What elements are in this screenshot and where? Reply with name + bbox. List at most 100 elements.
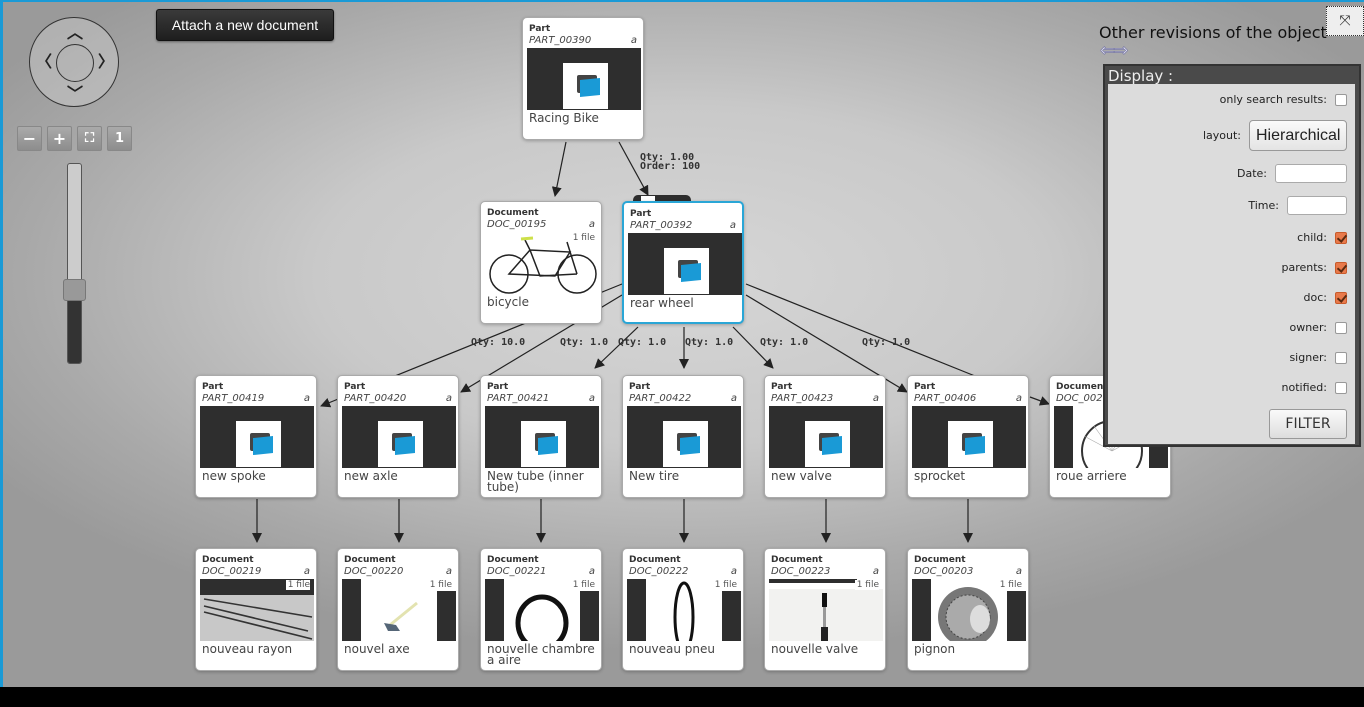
only-search-results-checkbox[interactable] [1335, 93, 1347, 106]
node-reference[interactable]: DOC_00221 [487, 566, 546, 577]
node-type: Document [202, 555, 254, 565]
chevron-left-icon[interactable]: 〈 [36, 54, 52, 70]
document-node-card[interactable]: Document DOC_00219 a 1 file nouveau rayon [195, 548, 317, 671]
part-node-card[interactable]: Part PART_00406 a sprocket [907, 375, 1029, 498]
node-reference[interactable]: PART_00420 [344, 393, 406, 404]
node-reference[interactable]: PART_00423 [771, 393, 833, 404]
node-reference[interactable]: DOC_00220 [344, 566, 403, 577]
node-revision: a [1015, 393, 1022, 404]
zoom-slider-handle[interactable] [63, 278, 86, 301]
layout-select[interactable]: Hierarchical [1249, 120, 1347, 151]
zoom-in-button[interactable]: + [47, 126, 72, 151]
node-name: nouveau pneu [629, 642, 716, 656]
node-type: Part [529, 24, 551, 34]
part-node-card[interactable]: Part PART_00422 a New tire [622, 375, 744, 498]
date-input[interactable] [1275, 164, 1347, 183]
node-reference[interactable]: PART_00390 [529, 35, 591, 46]
node-type: Part [914, 382, 936, 392]
part-node-card[interactable]: Part PART_00390 a Racing Bike [522, 17, 644, 140]
part-node-card[interactable]: Part PART_00392 a rear wheel [622, 201, 744, 324]
folder-icon [678, 259, 701, 283]
node-name: new valve [771, 469, 832, 483]
folder-icon [392, 432, 415, 456]
zoom-out-button[interactable]: − [17, 126, 42, 151]
chevron-right-icon[interactable]: 〉 [98, 54, 114, 70]
owner-label: owner: [1289, 321, 1327, 334]
node-revision: a [588, 393, 595, 404]
document-node-card[interactable]: Document DOC_00222 a 1 file nouveau pneu [622, 548, 744, 671]
notified-checkbox[interactable] [1335, 381, 1347, 394]
node-reference[interactable]: DOC_00195 [487, 219, 546, 230]
document-node-card[interactable]: Document DOC_00223 a 1 file nouvelle valve [764, 548, 886, 671]
filter-button[interactable]: FILTER [1269, 409, 1347, 439]
file-count: 1 file [427, 580, 452, 590]
node-name: New tube (inner tube) [487, 469, 584, 494]
document-node-card[interactable]: Document DOC_00221 a 1 file nouvelle chambre… [480, 548, 602, 671]
attach-document-button[interactable]: Attach a new document [156, 9, 334, 41]
node-type: Document [487, 208, 539, 218]
child-label: child: [1297, 231, 1327, 244]
node-revision: a [730, 393, 737, 404]
node-revision: a [303, 393, 310, 404]
node-reference[interactable]: DOC_00203 [914, 566, 973, 577]
part-thumbnail [485, 406, 599, 468]
fullscreen-button[interactable]: ⤧ [1326, 6, 1364, 36]
signer-checkbox[interactable] [1335, 351, 1347, 364]
chevron-down-icon[interactable]: ﹀ [67, 86, 83, 102]
node-revision: a [872, 566, 879, 577]
node-type: Document [1056, 382, 1108, 392]
node-revision: a [630, 35, 637, 46]
node-reference[interactable]: DOC_00219 [202, 566, 261, 577]
document-node-card[interactable]: Document DOC_00220 a 1 file nouvel axe [337, 548, 459, 671]
folder-icon [535, 432, 558, 456]
graph-canvas[interactable]: Qty: 1.00 Order: 100 Qty: 10.0 Qty: 1.0 … [0, 0, 1364, 687]
chevron-up-icon[interactable]: ︿ [67, 25, 83, 41]
node-reference[interactable]: DOC_00222 [629, 566, 688, 577]
document-node-card[interactable]: Document DOC_00195 a 1 file bicycle [480, 201, 602, 324]
part-thumbnail [769, 406, 883, 468]
node-revision: a [730, 566, 737, 577]
part-node-card[interactable]: Part PART_00420 a new axle [337, 375, 459, 498]
file-count: 1 file [570, 233, 595, 243]
reset-zoom-button[interactable]: 1 [107, 126, 132, 151]
node-name: sprocket [914, 469, 966, 483]
parents-label: parents: [1281, 261, 1328, 274]
owner-checkbox[interactable] [1335, 321, 1347, 334]
node-name: nouvel axe [344, 642, 410, 656]
part-node-card[interactable]: Part PART_00421 a New tube (inner tube) [480, 375, 602, 498]
node-reference[interactable]: DOC_0020 [1056, 393, 1109, 404]
part-node-card[interactable]: Part PART_00423 a new valve [764, 375, 886, 498]
parents-checkbox[interactable] [1335, 261, 1347, 274]
node-name: roue arriere [1056, 469, 1127, 483]
node-reference[interactable]: DOC_00223 [771, 566, 830, 577]
node-revision: a [729, 220, 736, 231]
node-revision: a [1015, 566, 1022, 577]
fit-screen-button[interactable]: ⛶ [77, 126, 102, 151]
part-thumbnail [527, 48, 641, 110]
node-reference[interactable]: PART_00392 [630, 220, 692, 231]
node-name: nouvelle valve [771, 642, 859, 656]
pan-control[interactable]: ︿ 〈 〉 ﹀ [29, 17, 119, 107]
part-node-card[interactable]: Part PART_00419 a new spoke [195, 375, 317, 498]
pan-center[interactable] [56, 44, 94, 82]
node-reference[interactable]: PART_00419 [202, 393, 264, 404]
node-reference[interactable]: PART_00406 [914, 393, 976, 404]
node-reference[interactable]: PART_00421 [487, 393, 549, 404]
child-checkbox[interactable] [1335, 231, 1347, 244]
node-type: Document [629, 555, 681, 565]
only-search-results-row: only search results: [1220, 93, 1347, 106]
edge-406-020x [1029, 396, 1050, 406]
node-type: Document [344, 555, 396, 565]
edge-label: Qty: 1.0 [685, 337, 734, 348]
zoom-slider[interactable] [67, 163, 82, 364]
node-type: Document [771, 555, 823, 565]
time-input[interactable] [1287, 196, 1347, 215]
document-node-card[interactable]: Document DOC_00203 a 1 file pignon [907, 548, 1029, 671]
node-reference[interactable]: PART_00422 [629, 393, 691, 404]
doc-checkbox[interactable] [1335, 291, 1347, 304]
edge-label: Qty: 1.0 [618, 337, 667, 348]
edge-label: Qty: 1.00 Order: 100 [640, 152, 701, 172]
layout-row: layout: Hierarchical [1203, 120, 1347, 151]
file-count: 1 file [712, 580, 737, 590]
revision-arrows-icon[interactable]: ⇐⇒ [1100, 40, 1129, 62]
